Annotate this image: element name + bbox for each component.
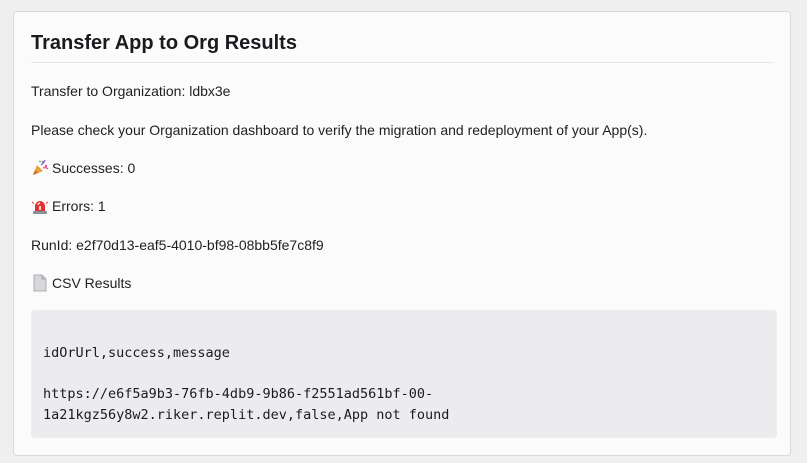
- document-icon: [31, 274, 49, 292]
- csv-results-row: CSV Results: [31, 274, 131, 292]
- csv-header-line: idOrUrl,success,message: [43, 345, 230, 361]
- title-divider: [31, 62, 773, 63]
- page-title: Transfer App to Org Results: [31, 32, 297, 54]
- party-popper-icon: [31, 159, 49, 177]
- errors-row: Errors: 1: [31, 197, 106, 215]
- run-id-text: RunId: e2f70d13-eaf5-4010-bf98-08bb5fe7c…: [31, 237, 324, 253]
- results-card: Transfer App to Org Results Transfer to …: [13, 11, 791, 456]
- errors-label: Errors: 1: [52, 198, 106, 214]
- successes-row: Successes: 0: [31, 159, 135, 177]
- csv-row-line-2: 1a21kgz56y8w2.riker.replit.dev,false,App…: [43, 407, 450, 423]
- instruction-text: Please check your Organization dashboard…: [31, 122, 648, 138]
- successes-label: Successes: 0: [52, 160, 136, 176]
- transfer-organization-text: Transfer to Organization: ldbx3e: [31, 83, 231, 99]
- csv-results-label: CSV Results: [52, 275, 132, 291]
- csv-code-block: idOrUrl,success,message https://e6f5a9b3…: [31, 310, 777, 438]
- csv-row-line-1: https://e6f5a9b3-76fb-4db9-9b86-f2551ad5…: [43, 386, 434, 402]
- siren-icon: [31, 197, 49, 215]
